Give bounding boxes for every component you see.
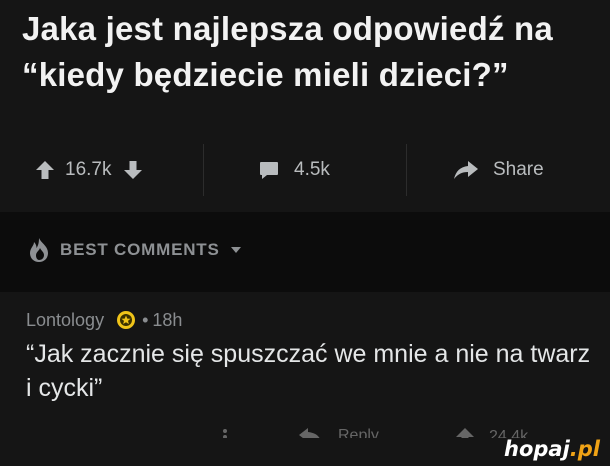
share-label: Share xyxy=(493,159,544,180)
award-icon xyxy=(116,310,136,330)
comments-button[interactable]: 4.5k xyxy=(258,140,330,200)
sort-label: BEST COMMENTS xyxy=(60,240,220,259)
comment-actions: Reply 24.4k xyxy=(0,422,610,438)
flame-icon xyxy=(28,237,50,263)
reply-label: Reply xyxy=(338,427,379,438)
more-icon[interactable] xyxy=(222,428,228,438)
divider xyxy=(406,144,407,196)
meta-separator: • xyxy=(142,309,149,330)
share-button[interactable]: Share xyxy=(453,140,544,200)
arrow-up-icon[interactable] xyxy=(35,159,55,181)
comment-meta: Lontology • 18h xyxy=(26,307,182,333)
reply-icon xyxy=(298,426,324,438)
post-title: Jaka jest najlepsza odpowiedź na “kiedy … xyxy=(22,10,553,93)
comments-count: 4.5k xyxy=(294,159,330,180)
upvote-count: 16.7k xyxy=(65,159,112,180)
comment-author[interactable]: Lontology xyxy=(26,310,104,331)
arrow-up-icon[interactable] xyxy=(455,426,475,438)
chevron-down-icon xyxy=(230,246,242,254)
watermark-tld: .pl xyxy=(569,437,600,461)
post-action-bar: 16.7k 4.5k Share xyxy=(0,140,610,200)
share-arrow-icon xyxy=(453,159,479,181)
comment-age: 18h xyxy=(152,309,183,330)
site-watermark: hopaj.pl xyxy=(504,437,600,461)
sort-comments-dropdown[interactable]: BEST COMMENTS xyxy=(28,235,242,265)
arrow-down-icon[interactable] xyxy=(123,159,143,181)
vote-control: 16.7k xyxy=(35,140,143,200)
watermark-name: hopaj xyxy=(504,437,570,461)
divider xyxy=(203,144,204,196)
reply-button[interactable]: Reply xyxy=(298,426,379,438)
comment-bubble-icon xyxy=(258,159,280,181)
comment-body: “Jak zacznie się spuszczać we mnie a nie… xyxy=(26,340,591,402)
